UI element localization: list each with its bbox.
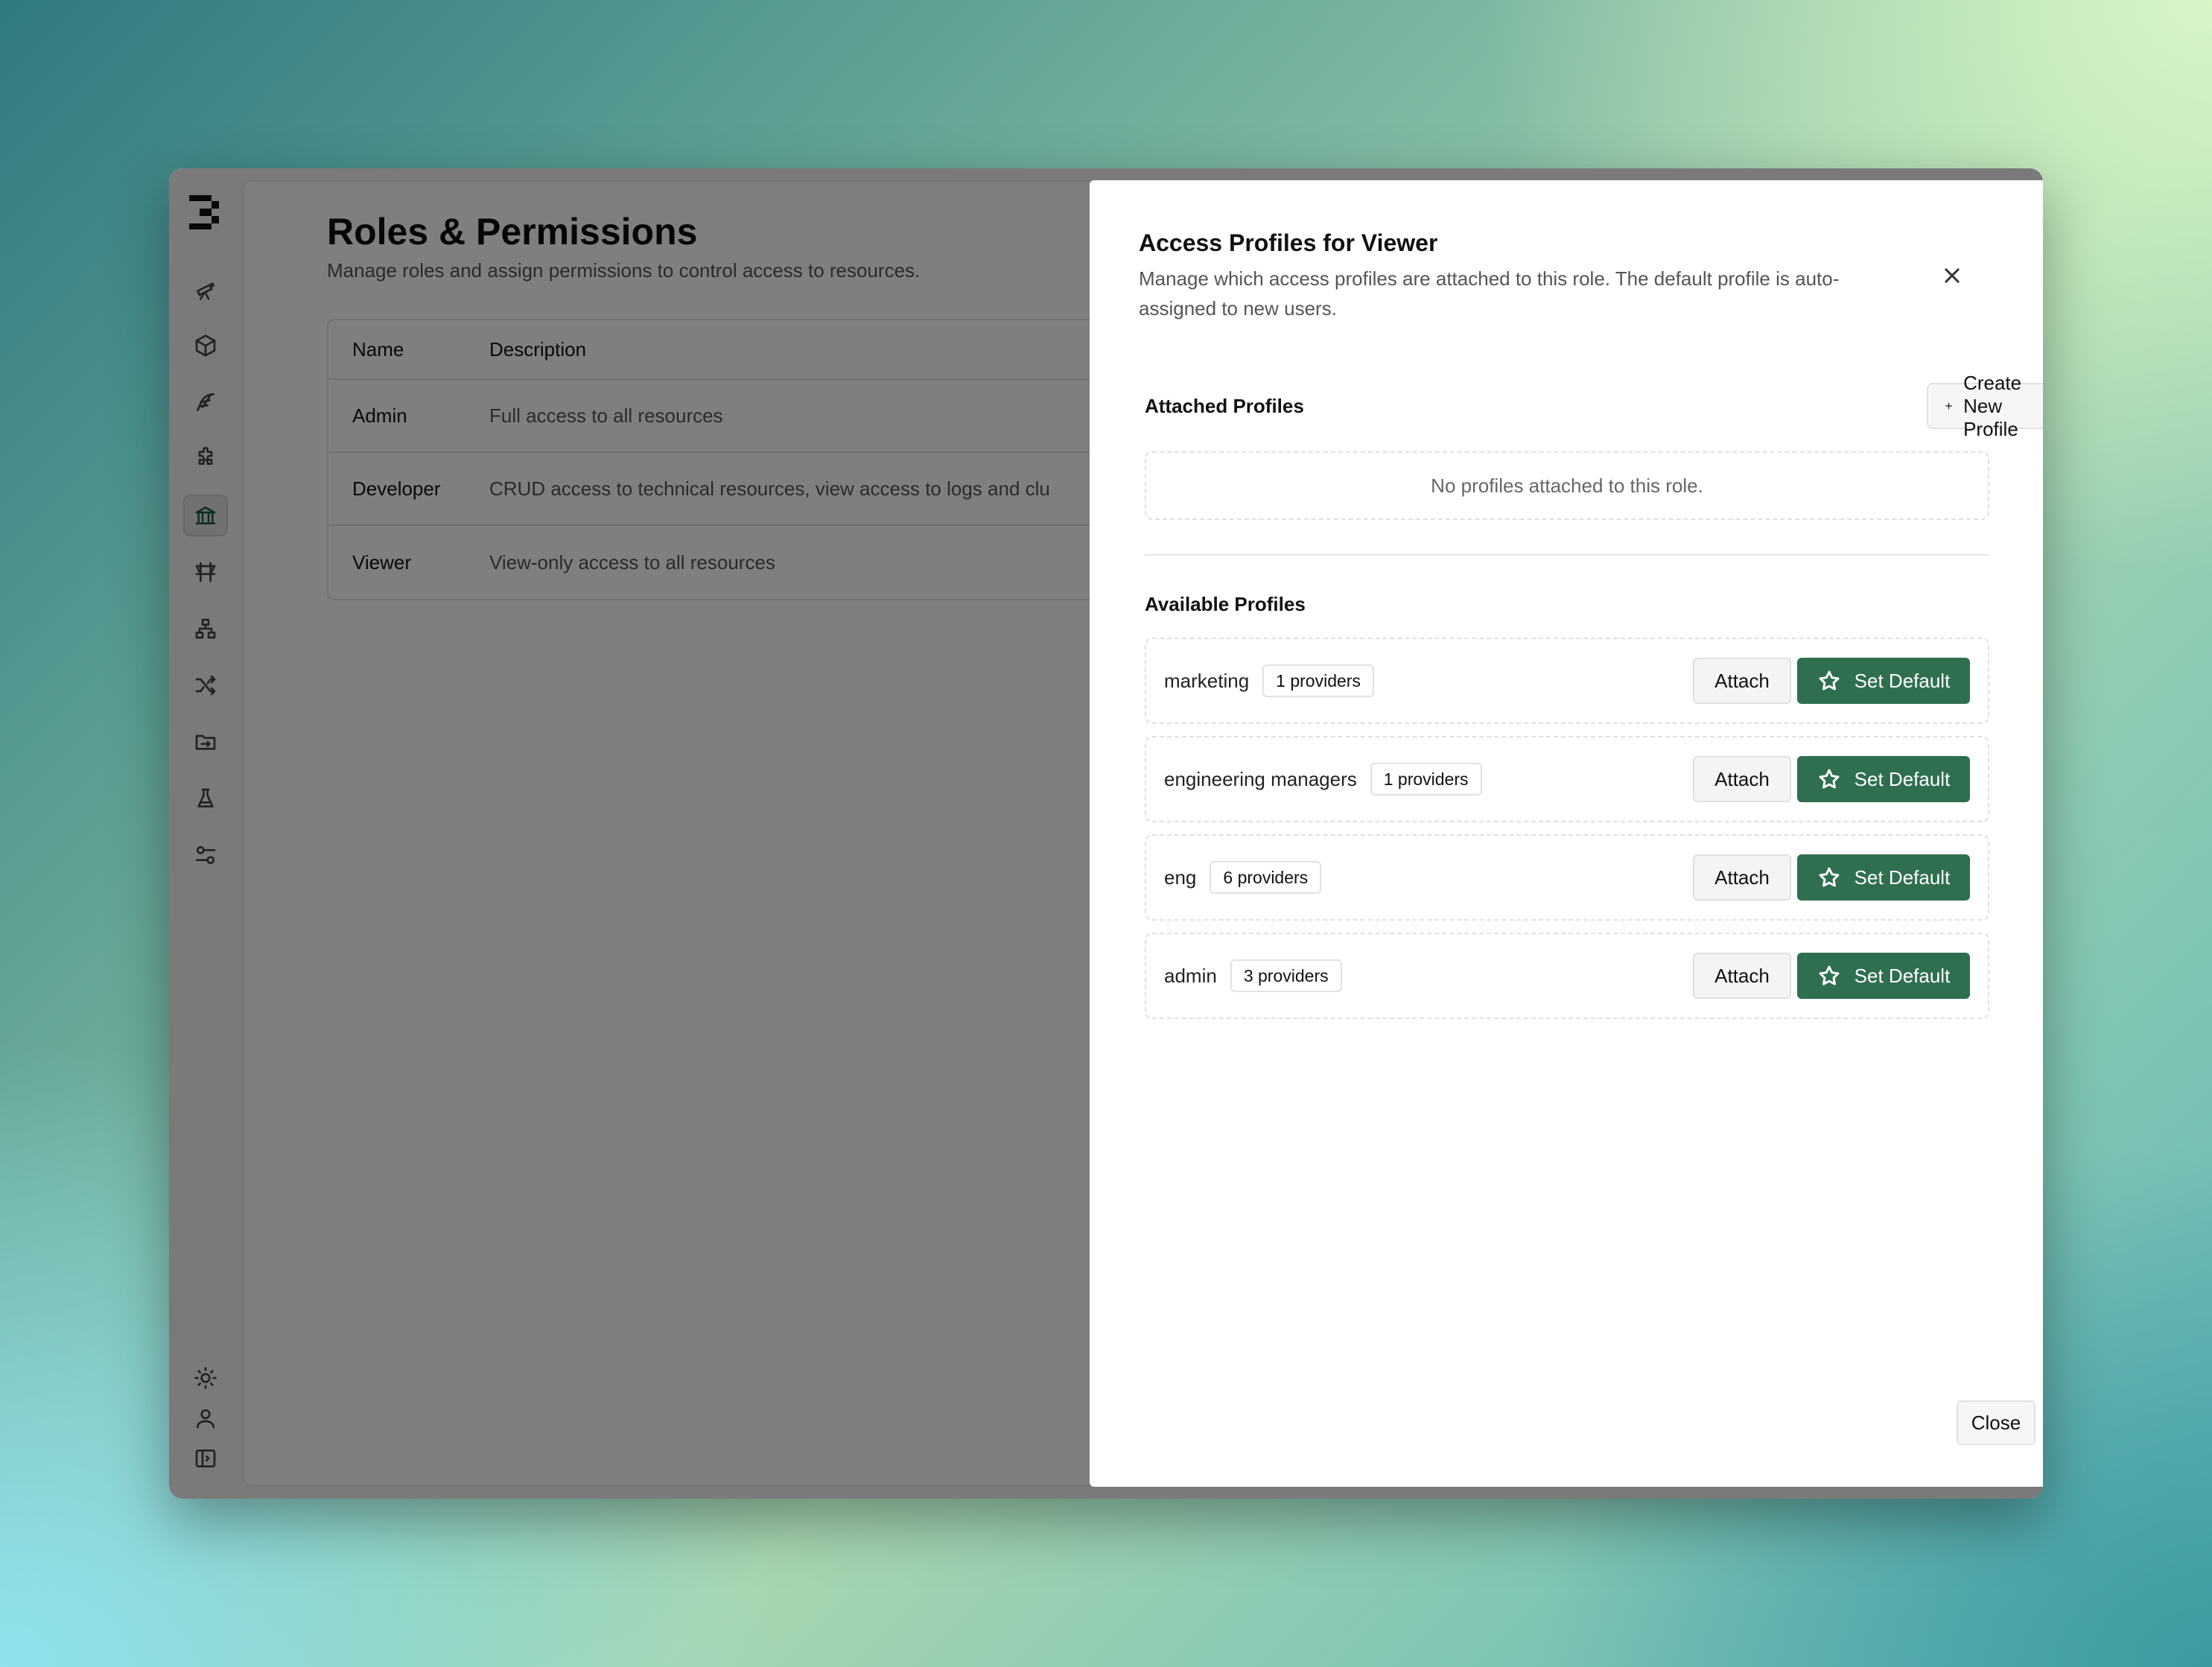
create-new-profile-button[interactable]: Create New Profile bbox=[1927, 372, 2043, 440]
star-icon bbox=[1819, 867, 1840, 887]
star-icon bbox=[1819, 965, 1840, 985]
close-button[interactable]: Close bbox=[1957, 1400, 2035, 1445]
profile-name: marketing bbox=[1164, 669, 1250, 692]
attach-button[interactable]: Attach bbox=[1693, 854, 1791, 901]
attach-button[interactable]: Attach bbox=[1693, 658, 1791, 704]
set-default-label: Set Default bbox=[1854, 767, 1951, 790]
profile-item-marketing: marketing 1 providers Attach Set Default bbox=[1145, 638, 1989, 724]
providers-badge: 3 providers bbox=[1230, 959, 1342, 992]
set-default-button[interactable]: Set Default bbox=[1797, 658, 1970, 704]
set-default-button[interactable]: Set Default bbox=[1797, 953, 1970, 999]
set-default-button[interactable]: Set Default bbox=[1797, 854, 1970, 901]
close-icon[interactable] bbox=[1937, 261, 1967, 290]
set-default-label: Set Default bbox=[1854, 866, 1951, 889]
profile-item-admin: admin 3 providers Attach Set Default bbox=[1145, 933, 1989, 1019]
attach-button[interactable]: Attach bbox=[1693, 756, 1791, 802]
profile-item-engineering-managers: engineering managers 1 providers Attach … bbox=[1145, 736, 1989, 822]
empty-state: No profiles attached to this role. bbox=[1145, 451, 1989, 520]
access-profiles-dialog: Access Profiles for Viewer Manage which … bbox=[1090, 180, 2043, 1487]
plus-icon bbox=[1945, 402, 1952, 410]
providers-badge: 1 providers bbox=[1370, 763, 1482, 796]
profile-name: engineering managers bbox=[1164, 767, 1357, 790]
set-default-button[interactable]: Set Default bbox=[1797, 756, 1970, 802]
profile-item-eng: eng 6 providers Attach Set Default bbox=[1145, 834, 1989, 921]
star-icon bbox=[1819, 769, 1840, 789]
providers-badge: 1 providers bbox=[1262, 664, 1374, 697]
set-default-label: Set Default bbox=[1854, 964, 1951, 987]
attached-profiles-label: Attached Profiles bbox=[1145, 395, 1304, 417]
profile-name: admin bbox=[1164, 964, 1217, 987]
profile-name: eng bbox=[1164, 866, 1197, 889]
app-window: Roles & Permissions Manage roles and ass… bbox=[169, 168, 2043, 1499]
star-icon bbox=[1819, 670, 1840, 690]
dialog-description: Manage which access profiles are attache… bbox=[1139, 267, 1840, 320]
divider bbox=[1145, 554, 1989, 556]
dialog-title: Access Profiles for Viewer bbox=[1139, 229, 1438, 256]
set-default-label: Set Default bbox=[1854, 669, 1951, 692]
available-profiles-label: Available Profiles bbox=[1145, 593, 1306, 615]
create-button-label: Create New Profile bbox=[1963, 371, 2022, 440]
attach-button[interactable]: Attach bbox=[1693, 953, 1791, 999]
providers-badge: 6 providers bbox=[1210, 861, 1322, 894]
